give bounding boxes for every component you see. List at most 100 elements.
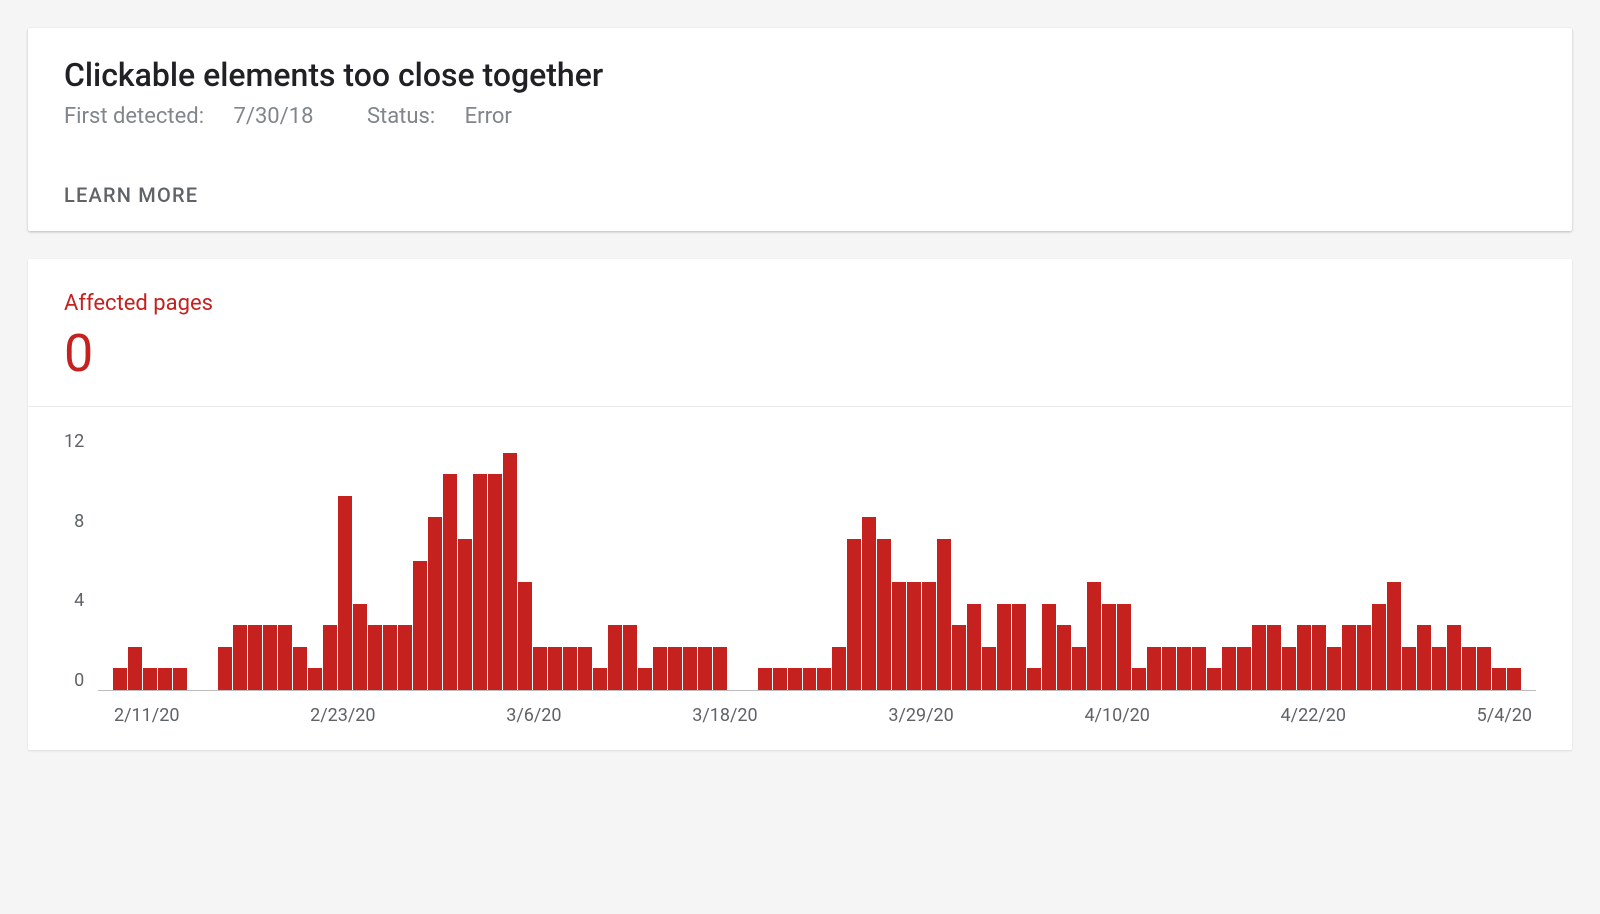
chart-bar[interactable]	[967, 604, 981, 690]
learn-more-button[interactable]: LEARN MORE	[64, 183, 198, 207]
chart-bar[interactable]	[1387, 582, 1401, 690]
chart-bar[interactable]	[817, 668, 831, 690]
chart-bar[interactable]	[278, 625, 292, 690]
chart-bar[interactable]	[1312, 625, 1326, 690]
chart-bar[interactable]	[233, 625, 247, 690]
bar-chart	[98, 431, 1536, 691]
chart-bar[interactable]	[413, 561, 427, 691]
chart-bar[interactable]	[982, 647, 996, 690]
x-tick: 2/11/20	[114, 705, 179, 726]
chart-bar[interactable]	[1042, 604, 1056, 690]
chart-bar[interactable]	[832, 647, 846, 690]
chart-bar[interactable]	[578, 647, 592, 690]
chart-bar[interactable]	[1117, 604, 1131, 690]
chart-bar[interactable]	[997, 604, 1011, 690]
chart-bar[interactable]	[1237, 647, 1251, 690]
chart-bar[interactable]	[1492, 668, 1506, 690]
chart-bar[interactable]	[1192, 647, 1206, 690]
chart-bar[interactable]	[353, 604, 367, 690]
chart-bar[interactable]	[518, 582, 532, 690]
chart-bar[interactable]	[1402, 647, 1416, 690]
chart-bar[interactable]	[713, 647, 727, 690]
chart-bar[interactable]	[1462, 647, 1476, 690]
chart-bar[interactable]	[683, 647, 697, 690]
chart-bar[interactable]	[548, 647, 562, 690]
chart-bar[interactable]	[1027, 668, 1041, 690]
chart-bar[interactable]	[533, 647, 547, 690]
x-tick: 3/18/20	[692, 705, 757, 726]
chart-bar[interactable]	[1057, 625, 1071, 690]
chart-bar[interactable]	[1282, 647, 1296, 690]
chart-bar[interactable]	[503, 453, 517, 690]
chart-bar[interactable]	[458, 539, 472, 690]
chart-bar[interactable]	[383, 625, 397, 690]
chart-bar[interactable]	[623, 625, 637, 690]
chart-bar[interactable]	[248, 625, 262, 690]
chart-bar[interactable]	[653, 647, 667, 690]
chart-bar[interactable]	[892, 582, 906, 690]
chart-bar[interactable]	[907, 582, 921, 690]
chart-bar[interactable]	[593, 668, 607, 690]
chart-bar[interactable]	[293, 647, 307, 690]
chart-bar[interactable]	[1252, 625, 1266, 690]
issue-meta: First detected: 7/30/18 Status: Error	[64, 104, 1536, 129]
chart-bar[interactable]	[638, 668, 652, 690]
chart-bar[interactable]	[1477, 647, 1491, 690]
chart-bar[interactable]	[1147, 647, 1161, 690]
first-detected: First detected: 7/30/18	[64, 104, 343, 129]
chart-bar[interactable]	[1132, 668, 1146, 690]
chart-bar[interactable]	[847, 539, 861, 690]
chart-bar[interactable]	[428, 517, 442, 690]
chart-bar[interactable]	[1177, 647, 1191, 690]
chart-bar[interactable]	[1267, 625, 1281, 690]
chart-bar[interactable]	[1432, 647, 1446, 690]
chart-bar[interactable]	[263, 625, 277, 690]
chart-bar[interactable]	[952, 625, 966, 690]
chart-metric-value: 0	[64, 328, 1536, 380]
y-tick: 12	[64, 431, 84, 452]
chart-bar[interactable]	[1342, 625, 1356, 690]
chart-bar[interactable]	[862, 517, 876, 690]
chart-bar[interactable]	[698, 647, 712, 690]
chart-bar[interactable]	[1417, 625, 1431, 690]
chart-bar[interactable]	[128, 647, 142, 690]
x-tick: 2/23/20	[310, 705, 375, 726]
chart-bar[interactable]	[563, 647, 577, 690]
chart-bar[interactable]	[323, 625, 337, 690]
chart-bar[interactable]	[1162, 647, 1176, 690]
chart-bar[interactable]	[1357, 625, 1371, 690]
chart-bar[interactable]	[1207, 668, 1221, 690]
chart-bar[interactable]	[1222, 647, 1236, 690]
chart-bar[interactable]	[158, 668, 172, 690]
chart-bar[interactable]	[488, 474, 502, 690]
chart-bar[interactable]	[473, 474, 487, 690]
status-value: Error	[465, 104, 512, 129]
chart-bar[interactable]	[937, 539, 951, 690]
chart-bar[interactable]	[803, 668, 817, 690]
chart-bar[interactable]	[218, 647, 232, 690]
chart-bar[interactable]	[338, 496, 352, 690]
chart-bar[interactable]	[1447, 625, 1461, 690]
chart-bar[interactable]	[1072, 647, 1086, 690]
chart-bar[interactable]	[308, 668, 322, 690]
chart-bar[interactable]	[1297, 625, 1311, 690]
chart-bar[interactable]	[1507, 668, 1521, 690]
chart-bar[interactable]	[668, 647, 682, 690]
chart-bar[interactable]	[443, 474, 457, 690]
chart-bar[interactable]	[773, 668, 787, 690]
chart-bar[interactable]	[398, 625, 412, 690]
chart-bar[interactable]	[173, 668, 187, 690]
chart-bar[interactable]	[1102, 604, 1116, 690]
chart-bar[interactable]	[608, 625, 622, 690]
chart-bar[interactable]	[922, 582, 936, 690]
chart-bar[interactable]	[877, 539, 891, 690]
chart-bar[interactable]	[113, 668, 127, 690]
chart-bar[interactable]	[1012, 604, 1026, 690]
chart-bar[interactable]	[758, 668, 772, 690]
chart-bar[interactable]	[788, 668, 802, 690]
chart-bar[interactable]	[368, 625, 382, 690]
chart-bar[interactable]	[1372, 604, 1386, 690]
chart-bar[interactable]	[1327, 647, 1341, 690]
chart-bar[interactable]	[1087, 582, 1101, 690]
chart-bar[interactable]	[143, 668, 157, 690]
